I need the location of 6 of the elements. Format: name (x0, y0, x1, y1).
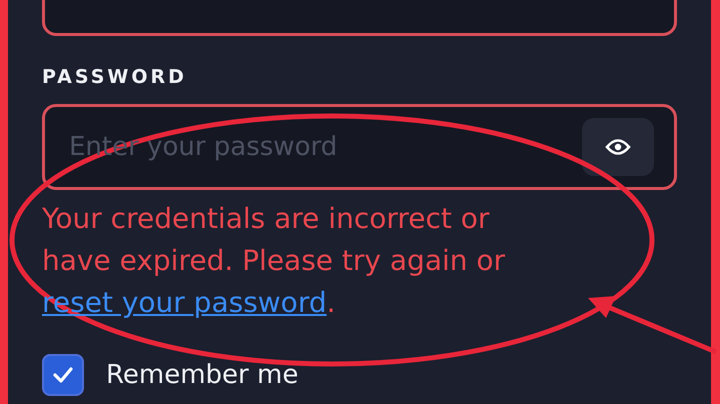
show-password-button[interactable] (582, 118, 654, 176)
check-icon (52, 366, 74, 384)
password-label: PASSWORD (42, 66, 187, 88)
remember-label: Remember me (106, 360, 298, 390)
eye-icon (605, 138, 631, 156)
remember-checkbox[interactable] (42, 354, 84, 396)
